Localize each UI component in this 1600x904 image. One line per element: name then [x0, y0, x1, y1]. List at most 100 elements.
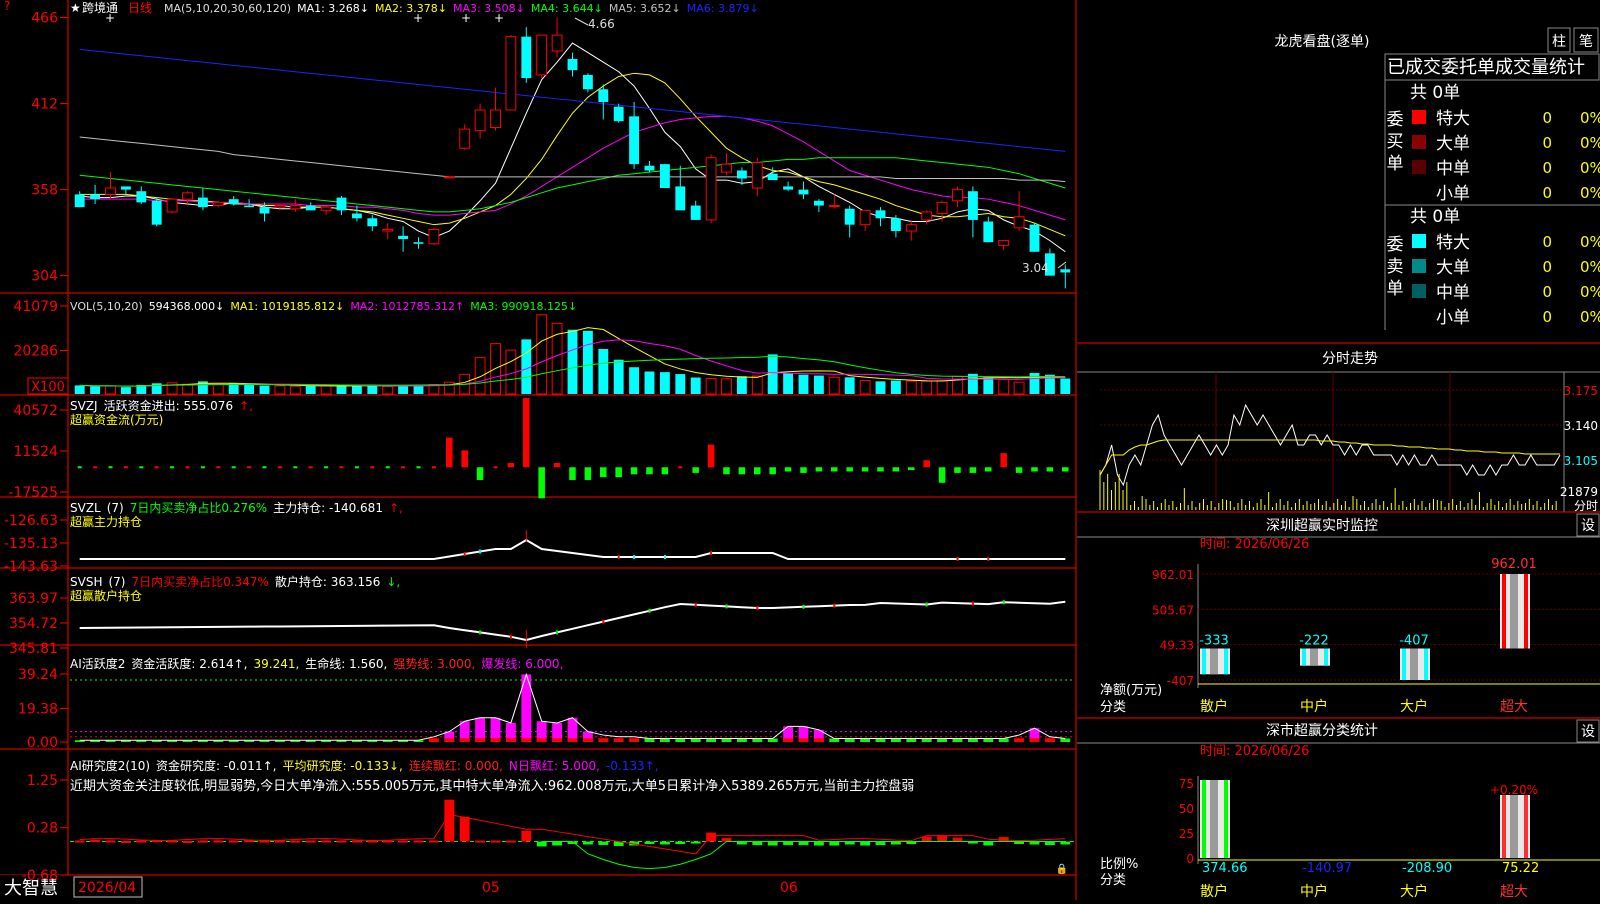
ai-huoyue-base-bar [890, 738, 901, 742]
svzl-legend-part: 7日内买卖净占比0.276% [130, 500, 267, 515]
candle-body-up [212, 201, 224, 207]
corner-question-icon: ? [4, 0, 10, 13]
vol-bar-down [367, 385, 378, 394]
event-marker[interactable]: + [413, 11, 423, 25]
candle-body-down [890, 218, 901, 232]
svzj-bar-negative [1046, 467, 1054, 472]
sz-class-y-label: 75 [1179, 777, 1194, 791]
ai-huoyue-base-bar [829, 738, 840, 742]
svzj-dash [385, 466, 390, 469]
vol-bar-down [228, 383, 239, 394]
ai-huoyue-base-bar [998, 738, 1009, 742]
sz-monitor-bar-edge [1324, 648, 1328, 666]
ai-yanjiu-bar-negative [552, 841, 563, 846]
ai-yanjiu-bar-positive [321, 840, 332, 843]
ai-yanjiu-bar-positive [120, 841, 131, 844]
buy-side-label: 单 [1387, 154, 1404, 174]
event-marker[interactable]: + [494, 11, 504, 25]
svzj-bar-positive [461, 450, 468, 468]
sz-class-set-label: 设 [1581, 724, 1595, 740]
svzj-dash [401, 466, 406, 469]
svzj-bar-negative [1062, 467, 1069, 472]
period-label[interactable]: 日线 [128, 1, 152, 15]
svzj-y-label: 11524 [13, 444, 58, 460]
lock-icon[interactable]: 🔒 [1056, 863, 1068, 875]
ai-huoyue-legend-part: 强势线: 3.000, [393, 657, 475, 671]
vol-bar-up [289, 385, 301, 395]
buy-total: 共 0单 [1410, 83, 1460, 103]
svzj-dash [308, 466, 313, 469]
vol-bar-down [629, 367, 640, 394]
svzj-bar-negative [646, 467, 653, 475]
ai-huoyue-base-bar [875, 738, 886, 742]
sz-class-y-label: 25 [1179, 827, 1194, 841]
ai-huoyue-y-label: 39.24 [18, 667, 58, 683]
vol-legend-part: MA2: 1012785.312↑ [350, 300, 464, 313]
svzj-bar-positive [553, 463, 561, 468]
fenshi-y-label: 3.175 [1564, 384, 1598, 398]
svzj-bar-negative [1015, 467, 1023, 473]
event-marker[interactable]: + [105, 11, 115, 25]
candle-body-down [798, 189, 809, 195]
x-axis-label-may: 05 [482, 880, 500, 896]
svzj-bar-negative [954, 467, 961, 473]
ai-yanjiu-bar-positive [998, 837, 1009, 842]
buy-side-label: 买 [1387, 132, 1404, 152]
ai-yanjiu-bar-negative [983, 841, 994, 846]
buy-row-pct: 0% [1580, 159, 1600, 177]
ma-legend-part: MA2: 3.378↓ [375, 2, 447, 15]
vol-bar-down [798, 374, 809, 394]
fenshi-y-label: 3.140 [1564, 419, 1598, 433]
candle-body-up [1013, 216, 1025, 229]
sz-class-bar-edge [1524, 795, 1528, 858]
vol-bar-down [305, 386, 316, 394]
sz-monitor-cat-2: 大户 [1400, 698, 1428, 715]
buy-row-name: 特大 [1436, 109, 1470, 129]
vol-bar-down [1060, 378, 1071, 394]
svzj-dash [108, 466, 113, 469]
candle-body-down [767, 173, 778, 181]
sz-monitor-time: 时间: 2026/06/26 [1200, 537, 1309, 552]
sz-monitor-y-label: 49.33 [1160, 639, 1194, 653]
sz-monitor-bar-edge [1502, 574, 1506, 649]
sz-monitor-set-label: 设 [1581, 518, 1595, 534]
sz-monitor-bar-edge [1424, 648, 1428, 680]
ai-yanjiu-bar-positive [74, 840, 85, 843]
sz-monitor-unit: 净额(万元) [1100, 683, 1162, 698]
sell-row-swatch [1412, 284, 1426, 298]
svzj-bar-negative [784, 467, 792, 472]
candle-body-up [166, 198, 178, 213]
ai-yanjiu-bar-positive [921, 836, 932, 842]
ai-yanjiu-bar-positive [428, 840, 439, 843]
ai-yanjiu-bar-positive [136, 840, 147, 843]
ai-yanjiu-bar-negative [598, 841, 609, 845]
ai-huoyue-base-bar [459, 738, 470, 742]
candle-body-up [428, 228, 440, 245]
vol-bar-down [736, 376, 747, 394]
sz-monitor-bar-0 [1200, 648, 1230, 675]
candle-body-up [105, 187, 116, 195]
candle-body-down [398, 235, 409, 240]
ai-huoyue-legend: AI活跃度2 资金活跃度: 2.614↑, 39.241, 生命线: 1.560, 强势… [70, 656, 563, 671]
ai-yanjiu-legend: AI研究度2(10) 资金研究度: -0.011↑, 平均研究度: -0.133↓,… [70, 758, 658, 773]
ai-yanjiu-bar-positive [182, 841, 193, 844]
sz-monitor-bar-edge [1302, 648, 1306, 666]
event-marker[interactable]: + [461, 11, 471, 25]
candle-body-down [629, 116, 640, 165]
buy-row-name: 中单 [1436, 159, 1470, 179]
vol-bar-down [659, 372, 670, 394]
svsh-mark [971, 601, 974, 606]
buy-row-pct: 0% [1580, 109, 1600, 127]
candle-body-down [74, 194, 85, 208]
candle-body-up [443, 176, 455, 179]
ai-yanjiu-bar-positive [721, 838, 732, 842]
candle-body-up [536, 34, 548, 76]
ai-huoyue-base-bar [505, 738, 516, 742]
ai-huoyue-base-bar [1060, 738, 1071, 742]
vol-y-label: 41079 [13, 299, 58, 315]
svsh-legend-part: ↓, [386, 575, 400, 589]
svsh-y-label: 354.72 [9, 616, 58, 632]
ai-yanjiu-bar-positive [351, 840, 362, 843]
svzj-bar-negative [892, 467, 900, 472]
candle-body-up [905, 224, 917, 232]
